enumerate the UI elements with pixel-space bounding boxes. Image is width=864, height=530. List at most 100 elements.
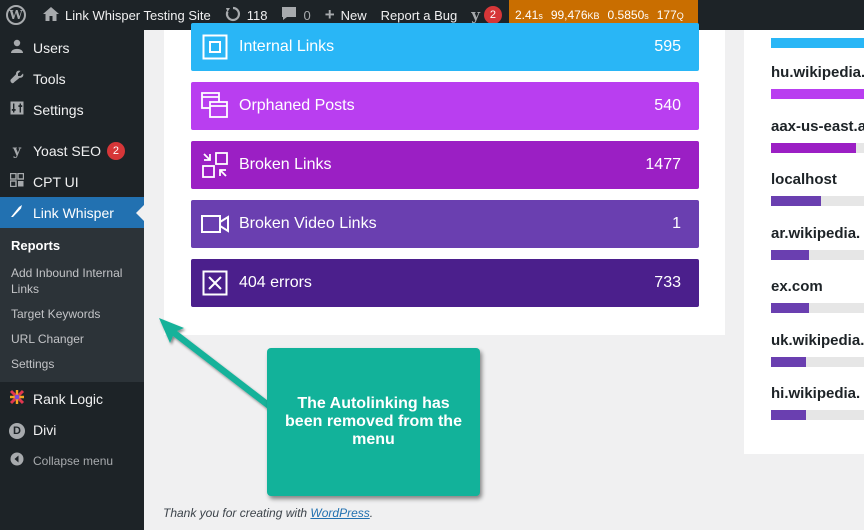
domain-name[interactable]: aax-us-east.a xyxy=(771,118,864,135)
settings-icon xyxy=(8,101,26,118)
domain-row: ar.wikipedia. xyxy=(771,225,864,260)
sidebar-item-label: Yoast SEO xyxy=(33,142,101,159)
stat-404-errors[interactable]: 404 errors 733 xyxy=(191,259,699,307)
stat-broken-links[interactable]: Broken Links 1477 xyxy=(191,141,699,189)
video-icon xyxy=(201,210,229,238)
updates-icon xyxy=(225,6,241,25)
qm-time: 2.41s xyxy=(515,8,543,22)
domain-bar xyxy=(771,410,864,420)
sidebar-item-label: Settings xyxy=(33,101,84,118)
qm-time-unit: s xyxy=(538,11,543,21)
stat-internal-links[interactable]: Internal Links 595 xyxy=(191,23,699,71)
report-bug-label: Report a Bug xyxy=(380,7,458,23)
sidebar-item-label: Users xyxy=(33,39,70,56)
yoast-badge: 2 xyxy=(483,6,502,24)
domain-row: uk.wikipedia. xyxy=(771,332,864,367)
sidebar-item-link-whisper[interactable]: Link Whisper xyxy=(0,197,144,228)
qm-memory: 99,476KB xyxy=(551,8,600,22)
sidebar-item-cpt-ui[interactable]: CPT UI xyxy=(0,166,144,197)
domain-row: aax-us-east.a xyxy=(771,118,864,153)
home-icon xyxy=(43,6,59,24)
footer-suffix: . xyxy=(369,506,374,520)
submenu-item-target-keywords[interactable]: Target Keywords xyxy=(0,302,144,326)
stat-count: 1477 xyxy=(645,156,681,173)
stat-label: 404 errors xyxy=(239,274,312,291)
domain-bar xyxy=(771,356,864,367)
stat-label: Internal Links xyxy=(239,38,335,55)
domain-bar-fill xyxy=(771,89,864,99)
domain-name[interactable]: ar.wikipedia. xyxy=(771,225,864,242)
wordpress-link[interactable]: WordPress xyxy=(310,506,369,520)
orphaned-posts-icon xyxy=(201,92,229,120)
sidebar-item-divi[interactable]: D Divi xyxy=(0,414,144,445)
stat-count: 1 xyxy=(672,215,681,232)
wordpress-logo-icon: W xyxy=(6,5,26,25)
stat-broken-video-links[interactable]: Broken Video Links 1 xyxy=(191,200,699,248)
yoast-icon: y xyxy=(471,6,480,24)
domain-name[interactable]: hi.wikipedia. xyxy=(771,385,864,402)
qm-db-time-value: 0.5850 xyxy=(607,8,645,22)
sidebar-item-label: CPT UI xyxy=(33,173,79,190)
link-whisper-submenu: Reports Add Inbound Internal Links Targe… xyxy=(0,228,144,382)
footer-prefix: Thank you for creating with xyxy=(163,506,311,520)
sidebar-item-yoast-seo[interactable]: y Yoast SEO 2 xyxy=(0,135,144,166)
sidebar-item-settings[interactable]: Settings xyxy=(0,94,144,125)
domain-bar-top xyxy=(771,38,864,48)
domain-bar-fill xyxy=(771,142,857,153)
qm-db-time: 0.5850s xyxy=(608,8,649,22)
sidebar-item-label: Tools xyxy=(33,70,66,87)
site-name: Link Whisper Testing Site xyxy=(65,7,211,23)
domain-row: localhost xyxy=(771,171,864,206)
domain-name[interactable]: uk.wikipedia. xyxy=(771,332,864,349)
domain-bar-fill xyxy=(771,303,810,313)
submenu-item-add-inbound-internal-links[interactable]: Add Inbound Internal Links xyxy=(0,261,144,301)
sidebar-item-rank-logic[interactable]: Rank Logic xyxy=(0,383,144,414)
domain-name[interactable]: ex.com xyxy=(771,278,864,295)
qm-memory-unit: KB xyxy=(587,11,600,21)
comments-count: 0 xyxy=(303,7,311,23)
domain-bar xyxy=(771,196,864,206)
domain-row: hu.wikipedia. xyxy=(771,64,864,99)
stat-count: 595 xyxy=(654,38,681,55)
stat-label: Orphaned Posts xyxy=(239,97,355,114)
domain-name[interactable]: hu.wikipedia. xyxy=(771,64,864,81)
yoast-icon: y xyxy=(12,142,22,159)
qm-queries: 177Q xyxy=(657,8,684,22)
link-whisper-icon xyxy=(8,204,26,221)
domain-name[interactable]: localhost xyxy=(771,171,864,188)
domain-bar xyxy=(771,249,864,260)
link-stats-panel: Internal Links 595 Orphaned Posts 540 Br… xyxy=(164,23,725,335)
new-label: New xyxy=(340,7,367,23)
collapse-arrow-icon xyxy=(8,452,26,469)
plus-icon: + xyxy=(324,5,335,24)
submenu-item-settings[interactable]: Settings xyxy=(0,352,144,376)
domain-bar xyxy=(771,303,864,313)
stat-count: 733 xyxy=(654,274,681,291)
collapse-menu-label: Collapse menu xyxy=(33,453,114,468)
collapse-menu-button[interactable]: Collapse menu xyxy=(0,445,144,476)
admin-footer: Thank you for creating with WordPress. xyxy=(163,506,373,520)
users-icon xyxy=(8,39,26,56)
domain-row: hi.wikipedia. xyxy=(771,385,864,420)
submenu-item-url-changer[interactable]: URL Changer xyxy=(0,327,144,351)
submenu-item-reports[interactable]: Reports xyxy=(0,234,144,258)
annotation-callout: The Autolinking has been removed from th… xyxy=(267,348,480,496)
sidebar-item-label: Divi xyxy=(33,421,57,438)
callout-text: The Autolinking has been removed from th… xyxy=(285,395,462,448)
qm-db-time-unit: s xyxy=(644,11,649,21)
qm-queries-unit: Q xyxy=(676,11,684,21)
close-box-icon xyxy=(201,269,229,297)
stat-orphaned-posts[interactable]: Orphaned Posts 540 xyxy=(191,82,699,130)
yoast-notification-badge: 2 xyxy=(106,141,125,160)
wrench-icon xyxy=(8,70,26,87)
qm-queries-value: 177 xyxy=(656,8,677,22)
domain-bar xyxy=(771,89,864,99)
internal-links-icon xyxy=(201,33,229,61)
updates-count: 118 xyxy=(246,7,268,23)
sidebar-item-tools[interactable]: Tools xyxy=(0,63,144,94)
broken-links-icon xyxy=(201,151,229,179)
domain-bar-fill xyxy=(771,196,822,206)
wordpress-logo-menu[interactable]: W xyxy=(0,0,36,30)
sidebar-item-label: Rank Logic xyxy=(33,390,104,407)
sidebar-item-users[interactable]: Users xyxy=(0,32,144,63)
